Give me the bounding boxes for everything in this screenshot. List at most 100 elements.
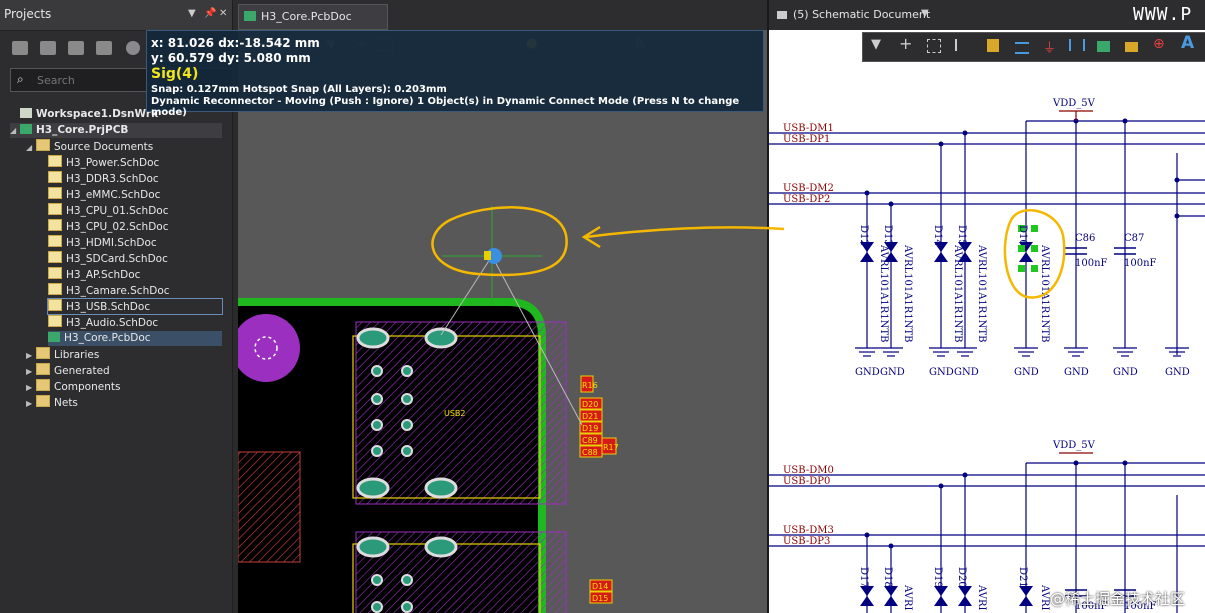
schdoc-icon — [48, 219, 62, 231]
tree-item-h3-ddr3-schdoc[interactable]: H3_DDR3.SchDoc — [48, 171, 222, 186]
chevron-down-icon[interactable]: ▼ — [921, 8, 929, 19]
pcb-doc-icon — [244, 11, 256, 21]
expand-arrow-icon[interactable]: ▶ — [26, 364, 36, 379]
tree-item-label: H3_Core.PrjPCB — [36, 124, 129, 136]
gnd-port-icon[interactable]: ⏚ — [1043, 37, 1058, 56]
pin-icon[interactable]: 📌 — [204, 8, 216, 19]
schematic-tab-label[interactable]: (5) Schematic Document — [793, 8, 930, 21]
vdd-5v-label-bottom: VDD_5V — [1052, 440, 1096, 451]
expand-arrow-icon[interactable]: ▶ — [26, 396, 36, 411]
crosshair-icon[interactable]: + — [899, 34, 914, 53]
coord-line-1: x: 81.026 dx:-18.542 mm — [151, 36, 320, 50]
schematic-canvas[interactable]: VDD_5V VDD_5V USB-DM1 USB-DP1 USB-DM2 US… — [769, 30, 1205, 613]
folder-settings-icon[interactable] — [96, 41, 112, 55]
tree-item-label: H3_AP.SchDoc — [66, 269, 141, 281]
schdoc-icon — [48, 251, 62, 263]
harness-icon[interactable] — [1069, 39, 1085, 51]
select-icon[interactable] — [927, 39, 941, 53]
tree-item-h3-ap-schdoc[interactable]: H3_AP.SchDoc — [48, 267, 222, 282]
no-erc-icon[interactable]: ⊕ — [1153, 36, 1168, 52]
tree-item-h3-cpu-02-schdoc[interactable]: H3_CPU_02.SchDoc — [48, 219, 222, 234]
schematic-tab-bar: (5) Schematic Document ▼ WWW.P — [769, 0, 1205, 30]
part-value-d12: AVRL101A1R1NTB — [878, 244, 889, 342]
gnd-label-4: GND — [954, 367, 979, 378]
bus-icon[interactable] — [1015, 42, 1029, 54]
cap-c86-ref: C86 — [1075, 233, 1095, 244]
tree-item-nets[interactable]: ▶ Nets — [26, 395, 222, 410]
tree-item-label: Libraries — [54, 349, 100, 361]
tree-item-libraries[interactable]: ▶ Libraries — [26, 347, 222, 362]
save-icon[interactable] — [12, 41, 28, 55]
projects-panel-title: Projects — [4, 7, 52, 21]
designator-d20: D20 — [956, 567, 967, 588]
cap-c87-value: 100nF — [1124, 258, 1157, 269]
tree-item-h3-core-prjpcb[interactable]: ◢ H3_Core.PrjPCB — [10, 123, 222, 138]
net-usb-dm0: USB-DM0 — [783, 465, 834, 476]
filter-icon[interactable]: ▼ — [871, 37, 886, 52]
tree-item-generated[interactable]: ▶ Generated — [26, 363, 222, 378]
tree-item-label: Components — [54, 381, 121, 393]
net-usb-dp3: USB-DP3 — [783, 536, 830, 547]
tree-item-label: H3_USB.SchDoc — [66, 301, 151, 313]
copy-icon[interactable] — [40, 41, 56, 55]
tree-item-h3-audio-schdoc[interactable]: H3_Audio.SchDoc — [48, 315, 222, 330]
gnd-label-1: GND — [855, 367, 880, 378]
expand-arrow-icon[interactable]: ▶ — [26, 380, 36, 395]
schdoc-icon — [48, 299, 62, 311]
usb2-label: USB2 — [444, 409, 466, 418]
align-icon[interactable] — [955, 39, 967, 51]
tree-item-label: H3_SDCard.SchDoc — [66, 253, 168, 265]
tree-item-label: H3_HDMI.SchDoc — [66, 237, 157, 249]
tree-item-h3-hdmi-schdoc[interactable]: H3_HDMI.SchDoc — [48, 235, 222, 250]
tree-item-label: H3_eMMC.SchDoc — [66, 189, 161, 201]
left-component-footprint — [238, 451, 301, 563]
net-usb-dp2: USB-DP2 — [783, 194, 830, 205]
net-usb-dp0: USB-DP0 — [783, 476, 830, 487]
designator-d12: D12 — [858, 225, 869, 246]
net-usb-dp1: USB-DP1 — [783, 134, 830, 145]
designator-d14: D14 — [932, 225, 943, 246]
gear-icon[interactable] — [126, 41, 140, 55]
designator-d17: D17 — [858, 567, 869, 588]
tree-item-h3-power-schdoc[interactable]: H3_Power.SchDoc — [48, 155, 222, 170]
schdoc-icon — [48, 267, 62, 279]
folder-icon — [36, 347, 50, 359]
cap-c86-value: 100nF — [1075, 258, 1108, 269]
tab-h3-core-pcbdoc[interactable]: H3_Core.PcbDoc — [238, 4, 388, 30]
part-value-d14: AVRL101A1R1NTB — [952, 244, 963, 342]
text-icon[interactable]: A — [1181, 33, 1196, 53]
schdoc-icon — [48, 235, 62, 247]
tree-item-label: Workspace1.DsnWrk — [36, 108, 159, 120]
gnd-label-5: GND — [1014, 367, 1039, 378]
cap-c87-ref: C87 — [1124, 233, 1144, 244]
designator-d15: D15 — [956, 225, 967, 246]
tree-item-h3-usb-schdoc[interactable]: H3_USB.SchDoc — [47, 298, 223, 315]
close-icon[interactable]: ✕ — [219, 8, 227, 19]
expand-arrow-icon[interactable]: ▶ — [26, 348, 36, 363]
port-icon[interactable] — [1125, 42, 1138, 52]
tree-item-h3-sdcard-schdoc[interactable]: H3_SDCard.SchDoc — [48, 251, 222, 266]
ref-c88: C88 — [582, 448, 598, 457]
net-usb-dm1: USB-DM1 — [783, 123, 834, 134]
schematic-doc-icon — [777, 11, 787, 19]
expand-arrow-icon[interactable]: ◢ — [26, 140, 36, 155]
tree-item-label: Nets — [54, 397, 78, 409]
tree-item-h3-core-pcbdoc[interactable]: H3_Core.PcbDoc — [48, 331, 222, 346]
tree-item-label: H3_CPU_01.SchDoc — [66, 205, 169, 217]
tree-item-h3-camare-schdoc[interactable]: H3_Camare.SchDoc — [48, 283, 222, 298]
tree-item-label: H3_DDR3.SchDoc — [66, 173, 159, 185]
tree-item-label: H3_Power.SchDoc — [66, 157, 160, 169]
tree-item-components[interactable]: ▶ Components — [26, 379, 222, 394]
tree-item-label: H3_Audio.SchDoc — [66, 317, 159, 329]
schdoc-icon — [48, 171, 62, 183]
component-icon[interactable] — [987, 39, 999, 52]
expand-arrow-icon[interactable]: ◢ — [10, 123, 20, 138]
tree-item-h3-cpu-01-schdoc[interactable]: H3_CPU_01.SchDoc — [48, 203, 222, 218]
sheet-symbol-icon[interactable] — [1097, 41, 1110, 52]
panel-menu-icon[interactable]: ▼ — [188, 8, 196, 19]
annotation-circle-schematic — [1003, 209, 1066, 299]
tree-item-h3-emmc-schdoc[interactable]: H3_eMMC.SchDoc — [48, 187, 222, 202]
pcbdoc-icon — [48, 332, 60, 342]
tree-item-source-documents[interactable]: ◢ Source Documents — [26, 139, 222, 154]
open-folder-icon[interactable] — [68, 41, 84, 55]
